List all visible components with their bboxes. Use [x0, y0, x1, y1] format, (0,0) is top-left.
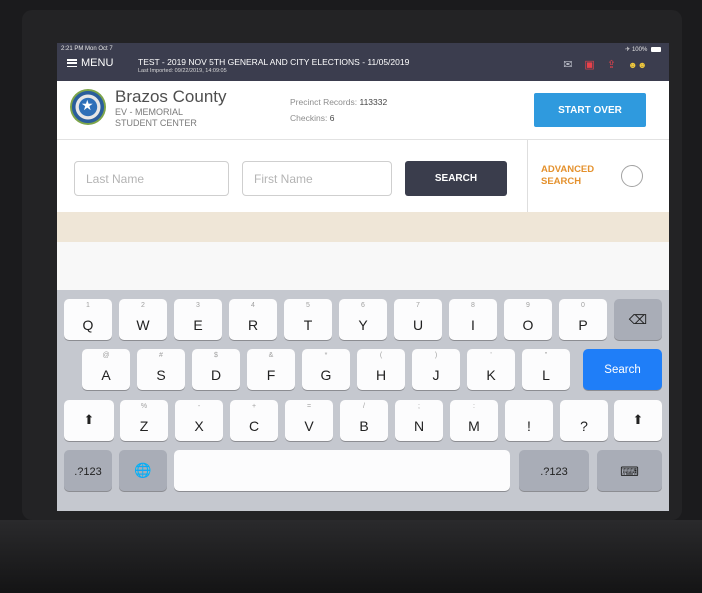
menu-label: MENU: [81, 57, 114, 69]
globe-key[interactable]: 🌐: [119, 450, 167, 491]
county-header: Brazos County EV - MEMORIAL STUDENT CENT…: [57, 81, 669, 140]
airplane-icon: ✈: [625, 47, 631, 53]
battery-icon: [651, 46, 661, 52]
election-title: TEST - 2019 NOV 5TH GENERAL AND CITY ELE…: [138, 57, 410, 67]
county-seal-logo: [70, 89, 106, 125]
numbers-key-left[interactable]: .?123: [64, 450, 112, 491]
key-t[interactable]: 5T: [284, 299, 332, 340]
key-d[interactable]: $ D: [192, 349, 240, 390]
key-r[interactable]: 4R: [229, 299, 277, 340]
key-a[interactable]: @ A: [82, 349, 130, 390]
users-icon[interactable]: ☻☻: [628, 60, 647, 71]
advanced-search-label[interactable]: ADVANCED SEARCH: [541, 164, 594, 188]
shift-icon: ⬆: [632, 412, 644, 427]
backspace-key[interactable]: ⌫: [614, 299, 662, 340]
checkins-label: Checkins:: [290, 113, 328, 123]
key-i[interactable]: 8I: [449, 299, 497, 340]
location-name: EV - MEMORIAL STUDENT CENTER: [115, 107, 197, 129]
key-m[interactable]: :M: [450, 400, 498, 441]
start-over-button[interactable]: START OVER: [534, 93, 646, 127]
location-line2: STUDENT CENTER: [115, 118, 197, 128]
results-area: [57, 242, 669, 290]
globe-icon: 🌐: [134, 462, 152, 478]
key-exclamation[interactable]: !: [505, 400, 553, 441]
key-j[interactable]: ) J: [412, 349, 460, 390]
vertical-divider: [527, 140, 528, 212]
header-icons: ✉ ▣ ⇪ ☻☻: [563, 60, 647, 71]
key-w[interactable]: 2W: [119, 299, 167, 340]
onscreen-keyboard: 1Q 2W 3E 4R 5T 6Y 7U 8I 9O 0P ⌫ @ A # S $ D…: [57, 290, 669, 511]
key-e[interactable]: 3E: [174, 299, 222, 340]
numbers-key-right[interactable]: .?123: [519, 450, 589, 491]
menu-button[interactable]: MENU: [67, 57, 113, 69]
key-v[interactable]: = V: [285, 400, 333, 441]
county-name: Brazos County: [115, 87, 227, 106]
advanced-line2: SEARCH: [541, 176, 582, 187]
first-name-input[interactable]: [242, 161, 392, 196]
key-u[interactable]: 7U: [394, 299, 442, 340]
key-x[interactable]: -X: [175, 400, 223, 441]
key-o[interactable]: 9O: [504, 299, 552, 340]
backspace-icon: ⌫: [628, 312, 648, 327]
precinct-records-label: Precinct Records:: [290, 97, 358, 107]
key-z[interactable]: % Z: [120, 400, 168, 441]
key-h[interactable]: (H: [357, 349, 405, 390]
key-question[interactable]: ?: [560, 400, 608, 441]
key-p[interactable]: 0P: [559, 299, 607, 340]
space-bar[interactable]: [174, 450, 510, 491]
status-time: 2:21 PM Mon Oct 7: [61, 46, 113, 52]
cloud-upload-icon[interactable]: ⇪: [607, 60, 616, 71]
key-l[interactable]: " L: [522, 349, 570, 390]
hamburger-icon: [67, 59, 77, 67]
precinct-records-value: 113332: [359, 97, 388, 107]
key-c[interactable]: + C: [230, 400, 278, 441]
keyboard-dismiss-icon: ⌨: [620, 464, 639, 479]
key-f[interactable]: & F: [247, 349, 295, 390]
device-bottom: [0, 520, 702, 593]
app-header: 2:21 PM Mon Oct 7 ✈ 100% MENU TEST - 201…: [57, 43, 669, 81]
mail-icon[interactable]: ✉: [563, 60, 572, 71]
key-y[interactable]: 6Y: [339, 299, 387, 340]
printer-icon[interactable]: ▣: [584, 60, 594, 71]
status-indicators: ✈ 100%: [625, 46, 661, 53]
shift-icon: ⬆: [83, 412, 95, 427]
advanced-search-toggle[interactable]: [621, 165, 643, 187]
key-n[interactable]: ; N: [395, 400, 443, 441]
key-k[interactable]: ' K: [467, 349, 515, 390]
advanced-line1: ADVANCED: [541, 164, 595, 175]
search-row: SEARCH ADVANCED SEARCH: [57, 140, 669, 212]
last-imported: Last Imported: 09/22/2019, 14:09:05: [138, 68, 227, 74]
shift-key-right[interactable]: ⬆: [614, 400, 662, 441]
ipad-screen: 2:21 PM Mon Oct 7 ✈ 100% MENU TEST - 201…: [57, 43, 669, 511]
key-q[interactable]: 1Q: [64, 299, 112, 340]
search-button[interactable]: SEARCH: [405, 161, 507, 196]
results-header-band: [57, 212, 669, 242]
hide-keyboard-key[interactable]: ⌨: [597, 450, 662, 491]
key-g[interactable]: * G: [302, 349, 350, 390]
precinct-stats: Precinct Records: 113332 Checkins: 6: [290, 94, 387, 126]
key-b[interactable]: / B: [340, 400, 388, 441]
location-line1: EV - MEMORIAL: [115, 107, 184, 117]
last-name-input[interactable]: [74, 161, 229, 196]
battery-percent: 100%: [631, 47, 648, 53]
shift-key-left[interactable]: ⬆: [64, 400, 114, 441]
search-key[interactable]: Search: [583, 349, 662, 390]
checkins-value: 6: [329, 113, 335, 123]
key-s[interactable]: # S: [137, 349, 185, 390]
